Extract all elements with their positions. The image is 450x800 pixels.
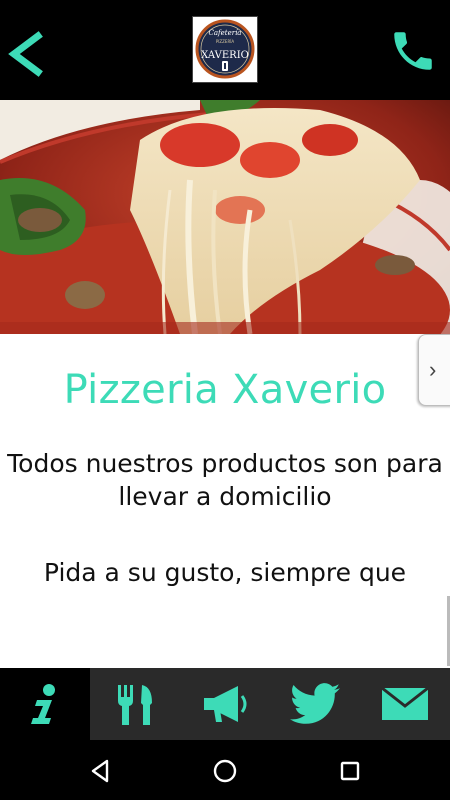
- tab-twitter[interactable]: [270, 668, 360, 740]
- bottom-tab-bar: [0, 668, 450, 740]
- logo-line2: PIZZERÍA: [216, 39, 235, 44]
- mail-icon: [381, 686, 429, 720]
- tab-contact-mail[interactable]: [360, 668, 450, 740]
- chevron-left-icon: [8, 31, 43, 77]
- description-paragraph-2: Pida a su gusto, siempre que: [43, 558, 407, 587]
- tab-promotions[interactable]: [180, 668, 270, 740]
- page-title: Pizzeria Xaverio: [63, 367, 387, 413]
- twitter-icon: [290, 683, 340, 724]
- back-triangle-icon: [91, 759, 109, 783]
- system-nav-bar: [0, 740, 450, 800]
- logo-line1: Cafetería: [209, 29, 242, 37]
- phone-icon: [394, 32, 432, 70]
- nav-recents-button[interactable]: [335, 756, 365, 786]
- description-paragraph-1: Todos nuestros productos son para llevar…: [7, 449, 443, 511]
- back-button[interactable]: [6, 30, 46, 78]
- info-icon: [31, 684, 55, 724]
- hero-pizza-image: [0, 100, 450, 334]
- app-header: Cafetería PIZZERÍA XAVERIO: [0, 0, 450, 100]
- cafe-logo: Cafetería PIZZERÍA XAVERIO: [192, 16, 258, 83]
- tab-menu[interactable]: [90, 668, 180, 740]
- logo-name: XAVERIO: [201, 50, 249, 61]
- nav-back-button[interactable]: [85, 756, 115, 786]
- home-circle-icon: [213, 759, 237, 783]
- nav-home-button[interactable]: [210, 756, 240, 786]
- tab-info[interactable]: [0, 668, 90, 740]
- fork-knife-icon: [118, 685, 152, 725]
- megaphone-icon: [204, 686, 247, 722]
- call-button[interactable]: [388, 26, 438, 76]
- info-content: › Pizzeria Xaverio Todos nuestros produc…: [0, 334, 450, 668]
- recents-square-icon: [340, 761, 360, 781]
